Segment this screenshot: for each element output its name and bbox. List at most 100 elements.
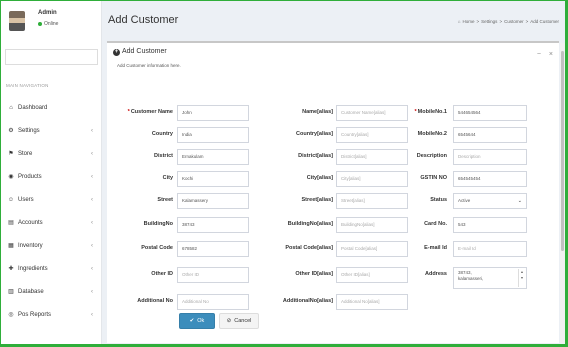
minimize-icon[interactable]: −	[537, 51, 541, 58]
postal-code-alias-label-text: Postal Code[alias]	[285, 245, 333, 251]
plus-circle-icon: +	[113, 49, 120, 56]
e-mail-id-input[interactable]: E-mail Id	[453, 241, 527, 257]
city-alias-label-text: City[alias]	[306, 175, 333, 181]
sidebar-item-pos-reports[interactable]: ◎ Pos Reports ‹	[1, 303, 101, 326]
postal-code-value: 678582	[182, 246, 198, 251]
postal-code-alias-placeholder: Postal Code[alias]	[341, 246, 378, 251]
sidebar-item-label: Database	[18, 288, 44, 295]
sidebar-item-inventory[interactable]: ▦ Inventory ‹	[1, 234, 101, 257]
address-label: Address	[389, 271, 447, 277]
content-header: Add Customer ⌂ Home > Settings > Customer > Add…	[102, 1, 565, 37]
panel-tools: − ×	[529, 51, 553, 58]
sidebar-item-dashboard[interactable]: ⌂ Dashboard	[1, 96, 101, 119]
required-asterisk: *	[414, 109, 417, 115]
country-input[interactable]: India	[177, 127, 249, 143]
users-icon: ☺	[7, 196, 15, 203]
additional-no-placeholder: Additional No	[182, 299, 209, 304]
database-icon: ▥	[8, 289, 14, 295]
breadcrumb: ⌂ Home > Settings > Customer > Add Customer	[456, 19, 559, 24]
buildingno-alias-label-text: BuildingNo[alias]	[287, 221, 333, 227]
address-textarea[interactable]: 38743, kalamasseri, ▲ ▼	[453, 267, 527, 289]
inventory-icon: ▦	[8, 243, 14, 249]
buildingno-input[interactable]: 38743	[177, 217, 249, 233]
scrollbar-thumb[interactable]	[561, 51, 564, 251]
cancel-label: Cancel	[234, 318, 252, 324]
sidebar-item-label: Dashboard	[18, 104, 48, 111]
chevron-left-icon: ‹	[91, 219, 93, 226]
description-label-text: Description	[416, 153, 447, 159]
city-alias-label: City[alias]	[273, 175, 333, 181]
additionalno-alias-input[interactable]: Additional No[alias]	[336, 294, 408, 310]
customer-name-input[interactable]: John	[177, 105, 249, 121]
mobileno-1-label-text: MobileNo.1	[417, 109, 447, 115]
customer-name-value: John	[182, 110, 192, 115]
e-mail-id-placeholder: E-mail Id	[458, 246, 476, 251]
status-label: Status	[389, 197, 447, 203]
status-select[interactable]: Active ⌄	[453, 193, 527, 209]
card-no-input[interactable]: 543	[453, 217, 527, 233]
store-icon: ⚑	[8, 151, 14, 157]
chevron-left-icon: ‹	[91, 127, 93, 134]
gstin-no-label-text: GSTIN NO	[420, 175, 447, 181]
cancel-button[interactable]: ⊘ Cancel	[219, 313, 259, 329]
other-id-input[interactable]: Other ID	[177, 267, 249, 283]
check-icon: ✔	[189, 318, 195, 324]
district-alias-label-text: District[alias]	[298, 153, 333, 159]
e-mail-id-label-text: E-mail Id	[424, 245, 447, 251]
sidebar-item-accounts[interactable]: ▤ Accounts ‹	[1, 211, 101, 234]
user-status-text: Online	[44, 21, 59, 27]
city-label: City	[113, 175, 173, 181]
street-alias-label-text: Street[alias]	[301, 197, 334, 203]
sidebar-item-ingredients[interactable]: ✚ Ingredients ‹	[1, 257, 101, 280]
chevron-left-icon: ‹	[91, 150, 93, 157]
postal-code-input[interactable]: 678582	[177, 241, 249, 257]
sidebar-item-label: Products	[18, 173, 42, 180]
street-alias-placeholder: Street[alias]	[341, 198, 365, 203]
chevron-left-icon: ‹	[91, 173, 93, 180]
mobileno-2-input[interactable]: 6545644	[453, 127, 527, 143]
buildingno-alias-label: BuildingNo[alias]	[273, 221, 333, 227]
app-frame: Admin Online MAIN NAVIGATION ⌂ Dashboard ⚙…	[1, 1, 565, 344]
chevron-left-icon: ‹	[91, 196, 93, 203]
mobileno-1-value: 544654564	[458, 110, 481, 115]
sidebar-item-label: Accounts	[18, 219, 43, 226]
status-value: Active	[458, 198, 471, 203]
city-input[interactable]: Kochi	[177, 171, 249, 187]
dashboard-icon: ⌂	[9, 104, 13, 111]
breadcrumb-item[interactable]: Home	[463, 19, 475, 24]
breadcrumb-item[interactable]: Settings	[481, 19, 497, 24]
user-status: Online	[38, 21, 58, 27]
breadcrumb-separator: >	[525, 19, 529, 24]
country-label-text: Country	[151, 131, 173, 137]
sidebar-item-products[interactable]: ◉ Products ‹	[1, 165, 101, 188]
sidebar-item-store[interactable]: ⚑ Store ‹	[1, 142, 101, 165]
ok-button[interactable]: ✔ Ok	[179, 313, 215, 329]
additional-no-input[interactable]: Additional No	[177, 294, 249, 310]
sidebar-search-input[interactable]	[5, 49, 98, 65]
sidebar-item-database[interactable]: ▥ Database ‹	[1, 280, 101, 303]
postal-code-alias-label: Postal Code[alias]	[273, 245, 333, 251]
page-scrollbar[interactable]	[560, 43, 565, 343]
city-alias-placeholder: City[alias]	[341, 176, 361, 181]
street-label: Street	[113, 197, 173, 203]
sidebar-item-users[interactable]: ☺ Users ‹	[1, 188, 101, 211]
mobileno-1-input[interactable]: 544654564	[453, 105, 527, 121]
e-mail-id-label: E-mail Id	[389, 245, 447, 251]
gstin-no-input[interactable]: 654545454	[453, 171, 527, 187]
street-label-text: Street	[157, 197, 173, 203]
mobileno-2-label: MobileNo.2	[389, 131, 447, 137]
sidebar-item-settings[interactable]: ⚙ Settings ‹	[1, 119, 101, 142]
card-no-value: 543	[458, 222, 466, 227]
additional-no-label-text: Additional No	[137, 298, 173, 304]
district-value: Ernakulam	[182, 154, 204, 159]
customer-name-label-text: Customer Name	[130, 109, 173, 115]
additionalno-alias-label-text: AdditionalNo[alias]	[282, 298, 333, 304]
chevron-left-icon: ‹	[91, 242, 93, 249]
close-icon[interactable]: ×	[549, 51, 553, 58]
district-input[interactable]: Ernakulam	[177, 149, 249, 165]
other-id-label: Other ID	[113, 271, 173, 277]
description-input[interactable]: Description	[453, 149, 527, 165]
breadcrumb-item[interactable]: Customer	[504, 19, 524, 24]
street-input[interactable]: Kalamassery	[177, 193, 249, 209]
textarea-scrollbar[interactable]: ▲ ▼	[518, 269, 525, 287]
